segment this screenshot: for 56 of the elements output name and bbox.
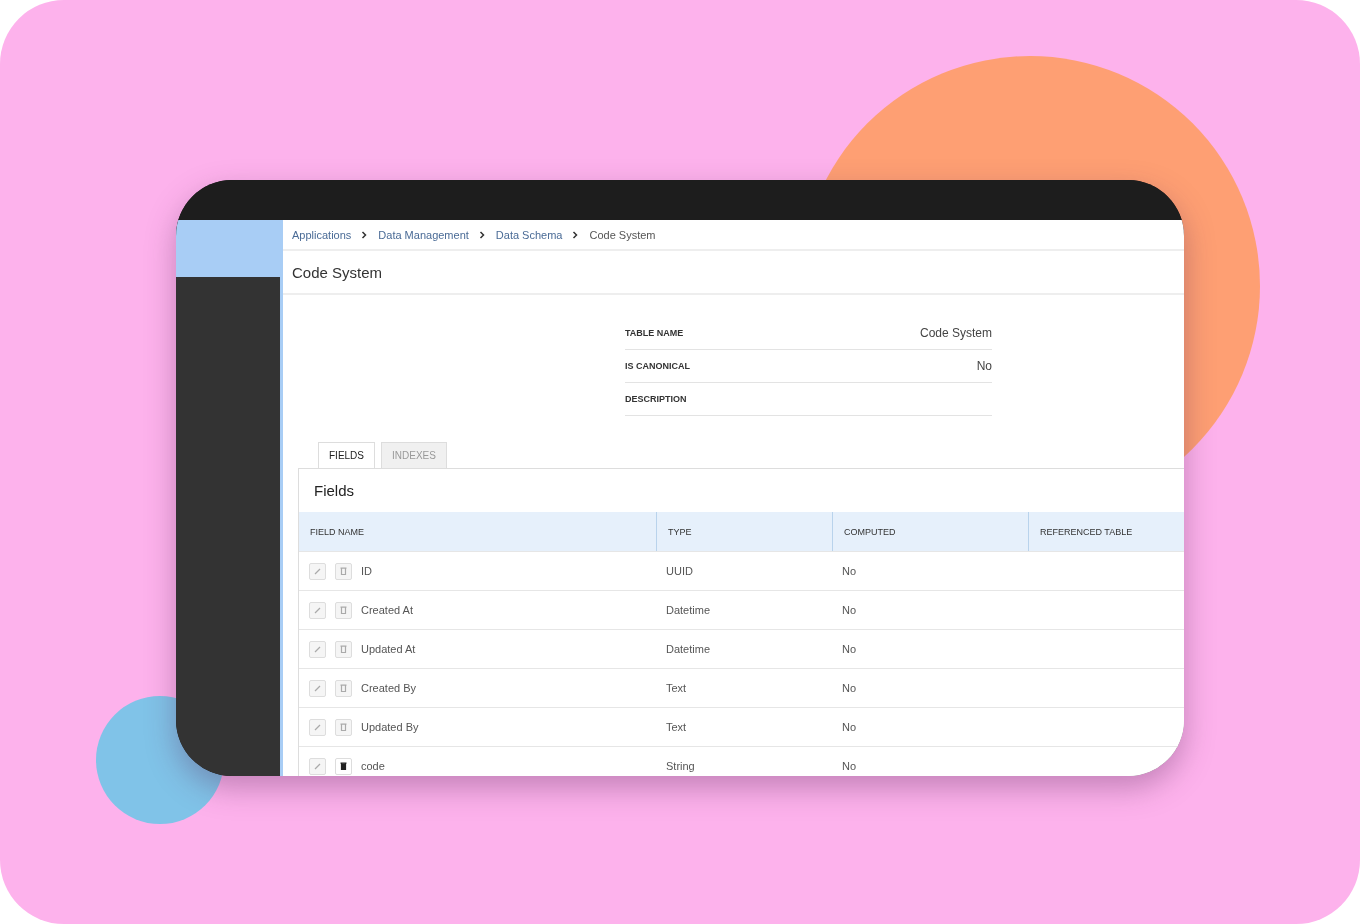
- trash-icon: [340, 606, 347, 614]
- trash-icon: [340, 645, 347, 653]
- chevron-icon: [361, 230, 369, 239]
- current-page-label: Code System: [589, 228, 656, 241]
- table-cell: Text: [666, 721, 687, 733]
- table-cell: No: [842, 721, 857, 733]
- table-cell: UUID: [666, 565, 693, 577]
- pencil-icon: [313, 645, 322, 653]
- table-cell: Datetime: [666, 643, 711, 655]
- table-cell: No: [842, 643, 857, 655]
- table-cell: Datetime: [666, 604, 711, 616]
- chevron-icon: [572, 230, 580, 239]
- breadcrumb-link[interactable]: Applications: [292, 228, 352, 241]
- chevron-icon: [478, 230, 486, 239]
- table-cell: String: [666, 760, 695, 772]
- table-cell: Text: [666, 682, 687, 694]
- column-header: TYPE: [668, 526, 692, 537]
- detail-label: TABLE NAME: [625, 328, 684, 338]
- edit-button[interactable]: [309, 562, 326, 580]
- field-name: Updated By: [361, 721, 419, 733]
- edit-button[interactable]: [309, 718, 326, 736]
- pencil-icon: [313, 606, 322, 614]
- trash-icon: [340, 684, 347, 692]
- detail-label: IS CANONICAL: [625, 361, 690, 371]
- field-name: Created At: [361, 604, 413, 616]
- edit-button[interactable]: [309, 640, 326, 658]
- pencil-icon: [313, 567, 322, 575]
- column-header: COMPUTED: [844, 526, 896, 537]
- panel-title: Fields: [314, 482, 354, 499]
- edit-button[interactable]: [309, 601, 326, 619]
- field-name: Updated At: [361, 643, 416, 655]
- edit-button[interactable]: [309, 757, 326, 775]
- pencil-icon: [313, 723, 322, 731]
- column-header: REFERENCED TABLE: [1040, 526, 1133, 537]
- pencil-icon: [313, 684, 322, 692]
- table-cell: No: [842, 565, 857, 577]
- trash-icon: [340, 567, 347, 575]
- tab[interactable]: FIELDS: [318, 442, 375, 469]
- trash-icon: [340, 723, 347, 731]
- pencil-icon: [313, 762, 322, 770]
- table-cell: No: [842, 682, 857, 694]
- page-title: Code System: [283, 251, 1184, 295]
- detail-value: Code System: [919, 326, 992, 340]
- detail-value: No: [976, 359, 992, 373]
- field-name: Created By: [361, 682, 417, 694]
- field-name: ID: [361, 565, 372, 577]
- table-cell: No: [842, 760, 857, 772]
- detail-label: DESCRIPTION: [625, 394, 687, 404]
- table-cell: No: [842, 604, 857, 616]
- breadcrumb-link[interactable]: Data Management: [378, 228, 469, 241]
- trash-icon: [340, 762, 347, 770]
- field-name: code: [361, 760, 385, 772]
- delete-button[interactable]: [335, 757, 352, 775]
- edit-button[interactable]: [309, 679, 326, 697]
- breadcrumb-link[interactable]: Data Schema: [495, 228, 563, 241]
- column-header: FIELD NAME: [310, 526, 364, 537]
